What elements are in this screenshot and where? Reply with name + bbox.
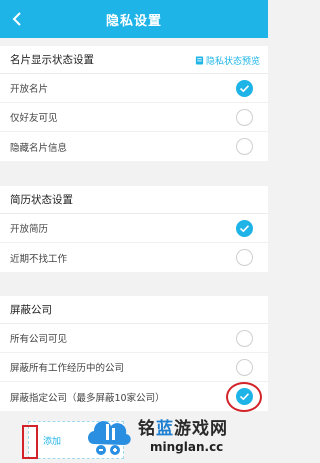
radio-unchecked-icon[interactable]	[236, 330, 253, 347]
resume-status-section: 简历状态设置 开放简历 近期不找工作	[0, 186, 268, 272]
back-arrow-icon[interactable]	[8, 9, 28, 29]
preview-icon	[195, 56, 204, 65]
radio-unchecked-icon[interactable]	[236, 109, 253, 126]
option-label: 所有公司可见	[10, 334, 68, 345]
resume-section-title: 简历状态设置	[10, 194, 73, 206]
watermark-brand: 铭蓝游戏网	[138, 419, 228, 439]
option-label: 开放简历	[10, 224, 49, 235]
annotation-rectangle	[22, 425, 38, 459]
option-open-resume[interactable]: 开放简历	[0, 214, 268, 243]
card-section-header: 名片显示状态设置 隐私状态预览	[0, 46, 268, 74]
option-friends-only[interactable]: 仅好友可见	[0, 103, 268, 132]
cloud-logo-icon	[88, 421, 131, 455]
resume-section-header: 简历状态设置	[0, 186, 268, 214]
privacy-preview-link[interactable]: 隐私状态预览	[195, 54, 260, 67]
block-section-header: 屏蔽公司	[0, 296, 268, 324]
option-label: 仅好友可见	[10, 113, 58, 124]
add-company-label: 添加	[43, 437, 62, 447]
radio-checked-icon[interactable]	[236, 80, 253, 97]
radio-unchecked-icon[interactable]	[236, 249, 253, 266]
option-label: 开放名片	[10, 84, 49, 95]
page-title: 隐私设置	[105, 13, 162, 29]
privacy-preview-label: 隐私状态预览	[205, 57, 260, 67]
card-section-title: 名片显示状态设置	[10, 54, 94, 66]
option-all-visible[interactable]: 所有公司可见	[0, 324, 268, 353]
watermark-domain: minglan.cc	[150, 440, 224, 454]
option-not-job-hunting[interactable]: 近期不找工作	[0, 243, 268, 272]
option-label: 屏蔽指定公司（最多屏蔽10家公司）	[10, 392, 165, 404]
top-bar: 隐私设置	[0, 0, 268, 38]
option-block-past-companies[interactable]: 屏蔽所有工作经历中的公司	[0, 353, 268, 382]
radio-checked-icon[interactable]	[236, 220, 253, 237]
radio-unchecked-icon[interactable]	[236, 138, 253, 155]
card-display-section: 名片显示状态设置 隐私状态预览 开放名片 仅好友可见 隐藏名片信息	[0, 46, 268, 161]
option-hide-card[interactable]: 隐藏名片信息	[0, 132, 268, 161]
option-label: 近期不找工作	[10, 253, 68, 265]
annotation-circle	[226, 382, 262, 412]
block-section-title: 屏蔽公司	[10, 304, 52, 316]
option-label: 隐藏名片信息	[10, 142, 68, 154]
option-open-card[interactable]: 开放名片	[0, 74, 268, 103]
radio-unchecked-icon[interactable]	[236, 359, 253, 376]
option-label: 屏蔽所有工作经历中的公司	[10, 363, 125, 374]
